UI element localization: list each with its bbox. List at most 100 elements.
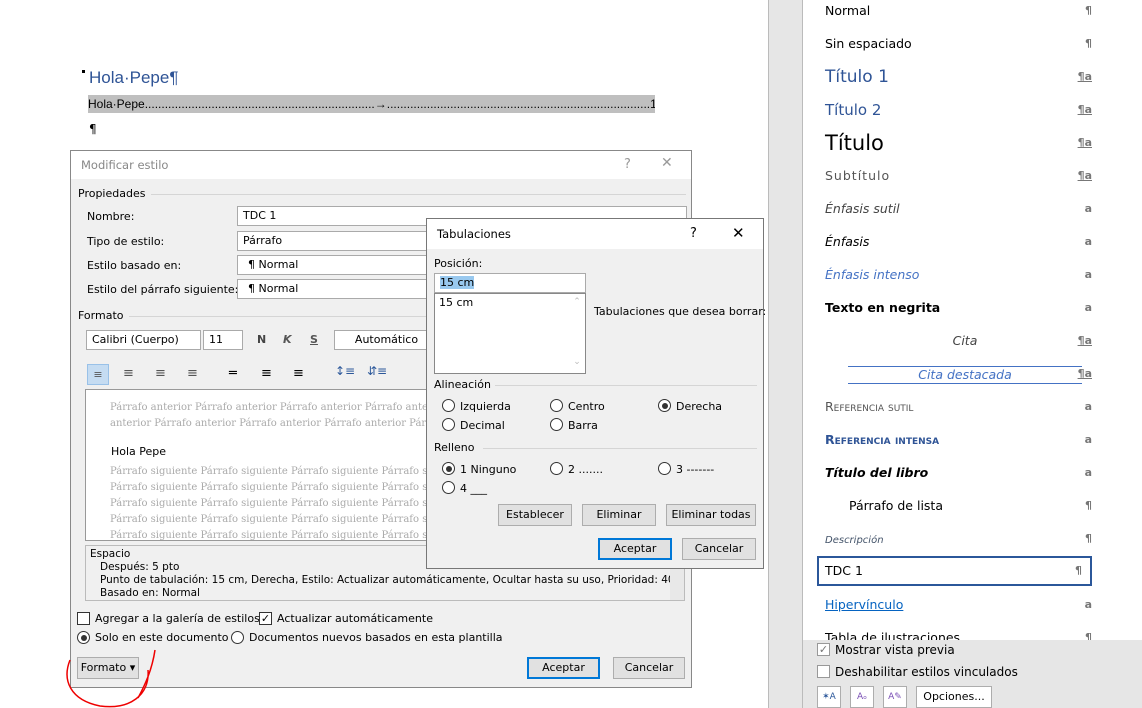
styles-list[interactable]: Normal ¶ Sin espaciado ¶ Título 1 ¶a Título 2 ¶… [817,0,1137,640]
tab-stops-list[interactable]: 15 cm ⌃ ⌄ [434,293,586,374]
list-scrollbar[interactable]: ⌃ ⌄ [569,294,585,373]
style-type-icon: a [1084,400,1092,413]
style-item[interactable]: Énfasis intenso a [817,264,1100,294]
position-value: 15 cm [440,276,475,289]
clear-button[interactable]: Eliminar [582,504,656,526]
style-item[interactable]: Descripción ¶ [817,528,1100,558]
style-item[interactable]: Énfasis sutil a [817,198,1100,228]
double-spacing-icon[interactable]: ≡ [293,366,304,381]
font-select[interactable]: Calibri (Cuerpo) [86,330,201,350]
auto-update-label: Actualizar automáticamente [277,612,433,625]
style-item[interactable]: Énfasis a [817,231,1100,261]
style-type-icon: a [1084,202,1092,215]
style-item[interactable]: Texto en negrita a [817,297,1100,327]
position-input[interactable]: 15 cm [434,273,586,293]
doc-heading[interactable]: Hola·Pepe¶ [89,68,178,88]
auto-update-checkbox[interactable]: ✓ [259,612,272,625]
style-type-icon: a [1084,433,1092,446]
align-right-icon[interactable]: ≡ [155,366,166,381]
style-item-label: Referencia intensa [825,432,940,447]
style-item[interactable]: Título 1 ¶a [817,66,1100,96]
disable-linked-checkbox[interactable] [817,665,830,678]
style-type-icon: ¶a [1077,136,1092,149]
tabs-dialog: Tabulaciones ? ✕ Posición: 15 cm 15 cm ⌃… [426,218,767,569]
style-item[interactable]: Tabla de ilustraciones ¶ [817,627,1100,640]
style-item[interactable]: Sin espaciado ¶ [817,33,1100,63]
style-item[interactable]: Hipervínculo a [817,594,1100,624]
cancel-button[interactable]: Cancelar [613,657,685,679]
close-icon[interactable]: ✕ [661,155,673,171]
align-bar-radio[interactable] [550,418,563,431]
new-documents-radio[interactable] [231,631,244,644]
close-icon[interactable]: ✕ [732,224,745,242]
style-item[interactable]: Subtítulo ¶a [817,165,1100,195]
clear-all-button[interactable]: Eliminar todas [666,504,756,526]
style-item-label: Hipervínculo [825,597,904,612]
leader-dots-radio[interactable] [550,462,563,475]
set-button[interactable]: Establecer [498,504,572,526]
style-type-label: Tipo de estilo: [87,235,165,248]
style-item[interactable]: Título ¶a [817,132,1100,162]
justify-icon[interactable]: ≡ [187,366,198,381]
style-item[interactable]: Título 2 ¶a [817,99,1100,129]
modify-dialog-titlebar: Modificar estilo [71,151,691,179]
decrease-spacing-icon[interactable]: ⇵≡ [367,364,387,378]
style-item-label: TDC 1 [825,563,863,578]
align-center-radio[interactable] [550,399,563,412]
italic-button[interactable]: K [283,333,292,346]
dialog-title: Modificar estilo [81,158,169,172]
style-item[interactable]: TDC 1 ¶ [817,556,1092,586]
leader-line-label: 4 ___ [460,482,487,495]
style-item-label: Título [825,131,884,155]
align-left-radio[interactable] [442,399,455,412]
style-item[interactable]: Párrafo de lista ¶ [817,495,1100,525]
to-clear-label: Tabulaciones que desea borrar: [594,305,767,318]
empty-paragraph: ¶ [89,122,97,136]
show-preview-checkbox[interactable]: ✓ [817,643,830,656]
size-select[interactable]: 11 [203,330,243,350]
style-type-icon: ¶a [1077,367,1092,380]
manage-styles-icon[interactable]: A✎ [883,686,907,708]
leader-none-radio[interactable] [442,462,455,475]
new-style-icon[interactable]: ✶A [817,686,841,708]
help-button[interactable]: ? [624,157,631,172]
dialog-title: Tabulaciones [437,227,511,241]
style-item[interactable]: Cita destacada ¶a [817,363,1100,393]
style-type-icon: ¶ [1085,4,1092,17]
align-decimal-radio[interactable] [442,418,455,431]
style-item-label: Énfasis sutil [825,201,900,216]
style-item[interactable]: Referencia sutil a [817,396,1100,426]
style-item-label: Sin espaciado [825,36,912,51]
style-type-icon: ¶ [1085,631,1092,640]
leader-line-radio[interactable] [442,481,455,494]
single-spacing-icon[interactable]: ═ [229,366,237,381]
help-button[interactable]: ? [690,226,697,241]
options-button[interactable]: Opciones... [916,686,992,708]
add-gallery-checkbox[interactable] [77,612,90,625]
toc-entry[interactable]: Hola·Pepe...............................… [88,95,655,113]
font-color-select[interactable]: Automático [334,330,434,350]
leader-dashes-radio[interactable] [658,462,671,475]
increase-spacing-icon[interactable]: ↕≡ [335,364,355,378]
style-item[interactable]: Cita ¶a [817,330,1100,360]
styles-pane-footer: ✓ Mostrar vista previa Deshabilitar esti… [803,640,1142,708]
align-center-icon[interactable]: ≡ [123,366,134,381]
align-bar-label: Barra [568,419,598,432]
style-inspector-icon[interactable]: Aₒ [850,686,874,708]
style-item[interactable]: Normal ¶ [817,0,1100,30]
style-item[interactable]: Referencia intensa a [817,429,1100,459]
add-gallery-label: Agregar a la galería de estilos [95,612,260,625]
align-left-icon[interactable]: ≡ [87,364,109,385]
underline-button[interactable]: S [310,333,318,346]
ok-button[interactable]: Aceptar [527,657,600,679]
tab-stop-item[interactable]: 15 cm [435,294,585,311]
cancel-button[interactable]: Cancelar [682,538,756,560]
ok-button[interactable]: Aceptar [598,538,672,560]
style-item[interactable]: Título del libro a [817,462,1100,492]
one-half-spacing-icon[interactable]: ≡ [261,366,272,381]
bold-button[interactable]: N [257,333,266,346]
style-type-icon: ¶ [1085,499,1092,512]
align-right-radio[interactable] [658,399,671,412]
style-item-label: Subtítulo [825,168,891,183]
properties-group-label: Propiedades [78,187,146,200]
